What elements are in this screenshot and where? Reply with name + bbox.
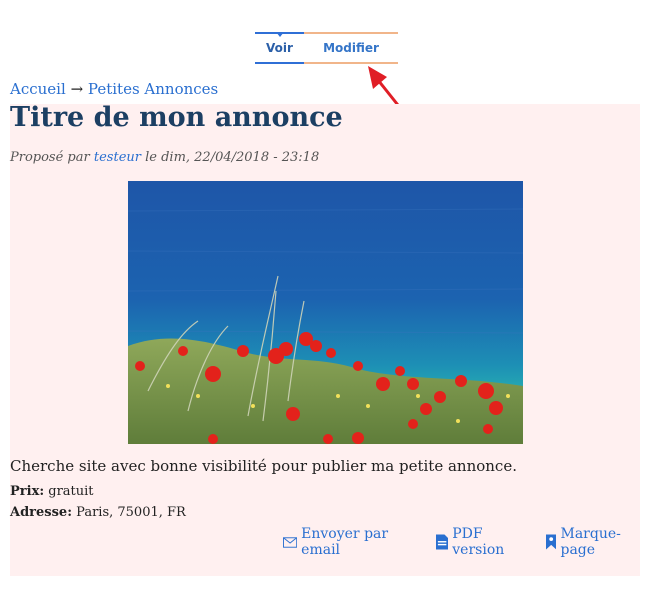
meta-prefix: Proposé par [10,150,90,165]
email-link[interactable]: Envoyer par email [283,526,424,558]
tab-edit[interactable]: Modifier [304,32,398,64]
breadcrumb: Accueil → Petites Annonces [10,80,218,98]
meta-date: le dim, 22/04/2018 - 23:18 [145,150,320,165]
local-tabs: Voir Modifier [255,32,398,64]
price-value: gratuit [48,484,94,499]
author-link[interactable]: testeur [94,150,141,165]
pdf-link[interactable]: PDF version [436,526,534,558]
breadcrumb-section-link[interactable]: Petites Annonces [88,80,218,98]
pdf-link-label: PDF version [452,526,505,558]
pdf-icon [436,534,449,550]
breadcrumb-separator: → [70,80,84,98]
envelope-icon [283,536,298,548]
bookmark-icon [546,534,557,550]
submission-meta: Proposé par testeur le dim, 22/04/2018 -… [10,150,319,165]
listing-photo [128,181,523,444]
page-title: Titre de mon annonce [10,102,343,133]
email-link-label: Envoyer par email [301,526,389,558]
address-field: Adresse: Paris, 75001, FR [10,505,186,520]
bookmark-link-label: Marque-page [560,526,621,558]
tab-view[interactable]: Voir [255,32,304,64]
address-label: Adresse: [10,505,73,520]
price-label: Prix: [10,484,45,499]
address-value: Paris, 75001, FR [76,505,186,520]
breadcrumb-home-link[interactable]: Accueil [10,80,66,98]
service-links: Envoyer par email PDF version Marque-pag… [283,526,650,558]
price-field: Prix: gratuit [10,484,94,499]
bookmark-link[interactable]: Marque-page [546,526,650,558]
listing-description: Cherche site avec bonne visibilité pour … [10,457,517,475]
